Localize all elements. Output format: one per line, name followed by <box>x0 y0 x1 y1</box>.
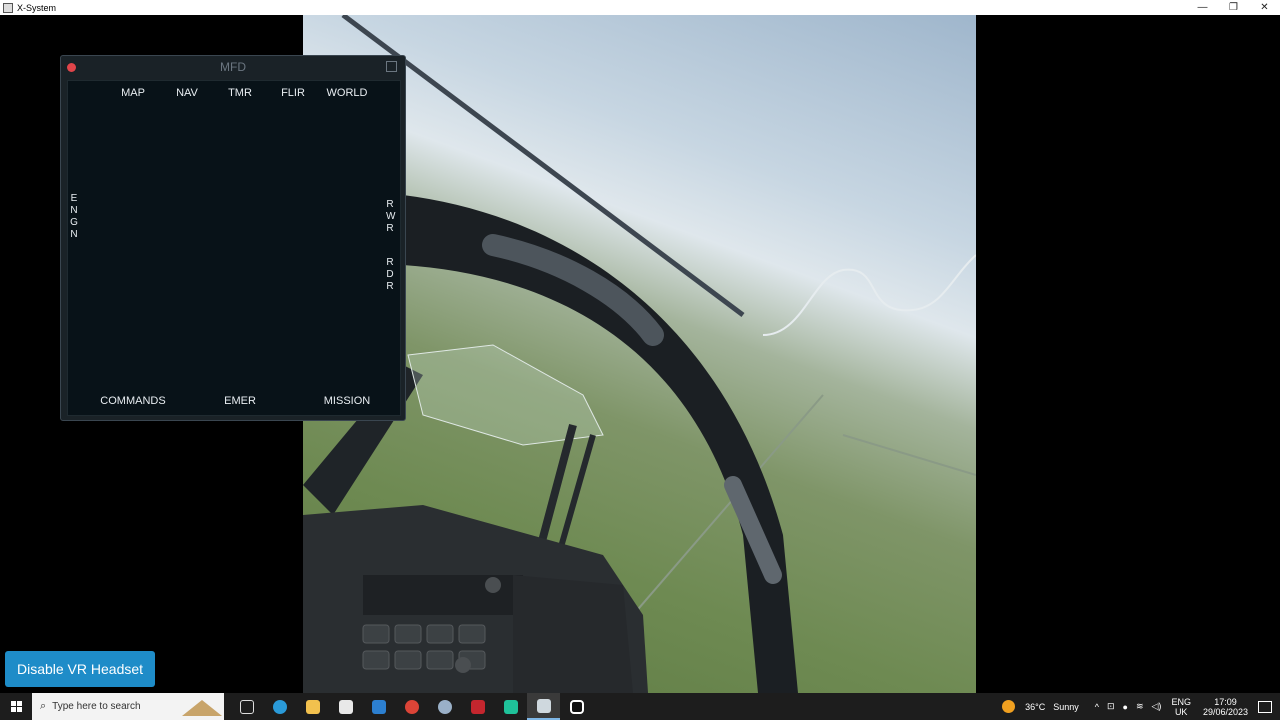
language-bottom: UK <box>1174 706 1188 717</box>
weather-condition[interactable]: Sunny <box>1053 702 1079 712</box>
mfd-button-rdr[interactable]: RDR <box>386 257 394 293</box>
window-title: X-System <box>17 2 57 13</box>
search-icon: ⌕ <box>40 700 47 712</box>
search-placeholder: Type here to search <box>52 701 141 712</box>
mfd-button-world[interactable]: WORLD <box>327 87 368 99</box>
taskbar-apps <box>230 693 593 720</box>
network-device-icon[interactable]: ⊡ <box>1107 701 1115 712</box>
taskbar-search[interactable]: ⌕ Type here to search <box>32 693 224 720</box>
window-titlebar: X-System — ❐ ✕ <box>0 0 1280 15</box>
windows-logo-icon <box>10 701 22 712</box>
language-indicator[interactable]: ENG UK <box>1171 697 1191 717</box>
mfd-button-flir[interactable]: FLIR <box>281 87 305 99</box>
mail-icon[interactable] <box>362 693 395 720</box>
windows-taskbar: ⌕ Type here to search 36°C Sunny ^ ⊡ ● ≋… <box>0 693 1280 720</box>
system-tray: 36°C Sunny ^ ⊡ ● ≋ ◁) ENG UK 17:09 29/06… <box>1002 693 1280 720</box>
mfd-button-commands[interactable]: COMMANDS <box>100 395 165 407</box>
notification-icon[interactable] <box>1258 700 1272 713</box>
mfd-button-engn[interactable]: ENGN <box>70 193 78 241</box>
speaker-icon[interactable]: ◁) <box>1152 701 1162 712</box>
mfd-button-map[interactable]: MAP <box>121 87 145 99</box>
clock-date: 29/06/2023 <box>1202 706 1248 717</box>
start-button[interactable] <box>0 693 32 720</box>
mfd-screen: MAP NAV TMR FLIR WORLD ENGN RWR RDR COMM… <box>67 80 401 416</box>
window-controls: — ❐ ✕ <box>1187 0 1280 15</box>
main-viewport: MFD MAP NAV TMR FLIR WORLD ENGN RWR RDR … <box>0 15 1280 693</box>
disable-vr-headset-button[interactable]: Disable VR Headset <box>5 651 155 687</box>
edge-icon[interactable] <box>263 693 296 720</box>
mfd-title: MFD <box>220 60 246 74</box>
oculus-app-icon[interactable] <box>560 693 593 720</box>
mfd-button-rwr[interactable]: RWR <box>386 199 395 235</box>
chevron-up-icon[interactable]: ^ <box>1095 702 1099 712</box>
mfd-header[interactable]: MFD <box>61 56 405 78</box>
wifi-icon[interactable]: ≋ <box>1136 701 1144 712</box>
file-explorer-icon[interactable] <box>296 693 329 720</box>
search-highlight-pyramid-icon <box>182 700 222 716</box>
chrome-icon[interactable] <box>395 693 428 720</box>
mfd-button-tmr[interactable]: TMR <box>228 87 252 99</box>
green-app-icon[interactable] <box>494 693 527 720</box>
language-top: ENG <box>1171 696 1191 707</box>
paint-app-icon[interactable] <box>428 693 461 720</box>
weather-temp[interactable]: 36°C <box>1025 702 1045 712</box>
mfd-bottom-buttons: COMMANDS EMER MISSION <box>68 395 400 409</box>
clock[interactable]: 17:09 29/06/2023 <box>1203 697 1248 717</box>
mfd-popout-icon[interactable] <box>386 61 397 72</box>
x-system-app-icon[interactable] <box>527 693 560 720</box>
amd-app-icon[interactable] <box>461 693 494 720</box>
mfd-window[interactable]: MFD MAP NAV TMR FLIR WORLD ENGN RWR RDR … <box>60 55 406 421</box>
clock-time: 17:09 <box>1214 696 1237 707</box>
close-button[interactable]: ✕ <box>1249 0 1280 15</box>
microphone-icon[interactable]: ● <box>1123 702 1128 712</box>
weather-sun-icon[interactable] <box>1002 700 1016 713</box>
mfd-button-mission[interactable]: MISSION <box>324 395 370 407</box>
minimize-button[interactable]: — <box>1187 0 1218 15</box>
maximize-button[interactable]: ❐ <box>1218 0 1249 15</box>
mfd-button-nav[interactable]: NAV <box>176 87 198 99</box>
mfd-button-emer[interactable]: EMER <box>224 395 256 407</box>
task-view-icon[interactable] <box>230 693 263 720</box>
store-icon[interactable] <box>329 693 362 720</box>
app-icon <box>3 2 13 13</box>
